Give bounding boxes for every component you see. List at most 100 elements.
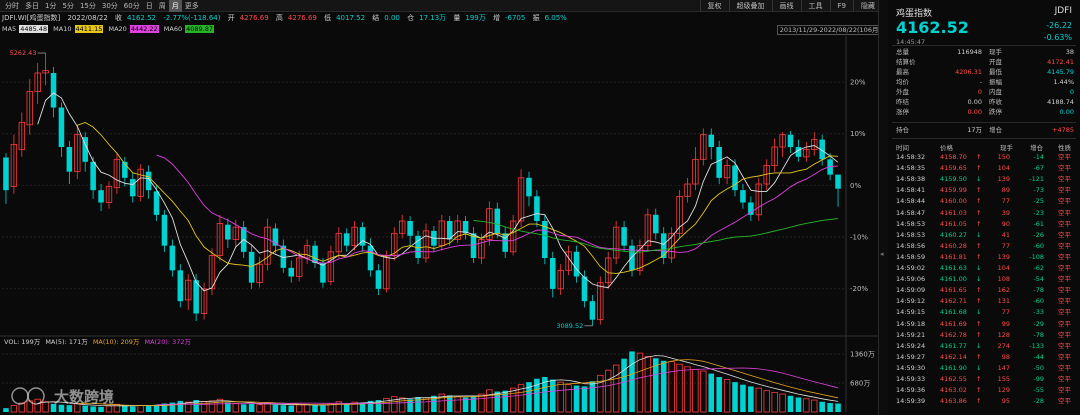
candle-body[interactable]: [90, 161, 96, 191]
tick-row[interactable]: 14:59:21 4162.78 ↑ 128 -78 空平: [896, 331, 1074, 341]
tick-row[interactable]: 14:58:59 4161.81 ↑ 139 -108 空平: [896, 253, 1074, 263]
volume-bar: [248, 403, 255, 412]
panel-splitter[interactable]: [878, 0, 888, 415]
tick-price: 4162.78: [940, 330, 967, 339]
tick-row[interactable]: 14:58:41 4159.99 ↑ 89 -73 空平: [896, 186, 1074, 196]
tick-hand: 162: [997, 286, 1010, 295]
candle-body[interactable]: [153, 191, 160, 215]
tick-row[interactable]: 14:58:53 4160.27 ↓ 41 -26 空平: [896, 231, 1074, 241]
candle-body[interactable]: [343, 233, 350, 246]
candle-body[interactable]: [581, 276, 588, 302]
candle-body[interactable]: [716, 147, 722, 178]
candle-body[interactable]: [462, 221, 469, 234]
tick-row[interactable]: 14:59:09 4161.65 ↑ 162 -78 空平: [896, 286, 1074, 296]
tick-inc: -99: [1033, 375, 1044, 383]
candle-body[interactable]: [50, 73, 57, 108]
candle-body[interactable]: [835, 174, 841, 189]
quote-label: 昨收: [989, 98, 1002, 106]
tick-row[interactable]: 14:58:53 4161.05 ↑ 90 -61 空平: [896, 220, 1074, 230]
tick-row[interactable]: 14:59:02 4161.63 ↓ 104 -62 空平: [896, 264, 1074, 274]
candle-body[interactable]: [98, 190, 104, 203]
candle-body[interactable]: [312, 245, 318, 263]
candle-body[interactable]: [288, 267, 295, 277]
tick-row[interactable]: 14:58:35 4159.65 ↑ 104 -67 空平: [896, 164, 1074, 174]
candle-body[interactable]: [740, 190, 746, 203]
tick-row[interactable]: 14:59:18 4161.69 ↑ 99 -29 空平: [896, 320, 1074, 330]
candle-body[interactable]: [367, 245, 374, 271]
tick-row[interactable]: 14:59:36 4163.02 ↑ 129 -55 空平: [896, 386, 1074, 396]
candle-body[interactable]: [629, 245, 635, 271]
tick-row[interactable]: 14:59:27 4162.14 ↑ 98 -44 空平: [896, 353, 1074, 363]
candle-body[interactable]: [549, 258, 556, 289]
stock-chart-app: 分时 多日 1分 5分 15分 30分 60分日周月更多 复权 超级叠加 画线 工具 F9 隐藏 JD…: [0, 0, 1080, 415]
candle-body[interactable]: [3, 157, 9, 191]
candle-body[interactable]: [526, 177, 532, 197]
pct-tick-label: 10%: [850, 130, 866, 138]
candle-body[interactable]: [169, 245, 176, 271]
tick-row[interactable]: 14:59:15 4161.68 ↓ 77 -33 空平: [896, 308, 1074, 318]
candle-body[interactable]: [193, 280, 199, 314]
candle-body[interactable]: [129, 179, 136, 197]
candle-body[interactable]: [732, 165, 738, 191]
quote-row: 昨结 0.00 昨收 4188.74: [896, 98, 1074, 107]
quote-row: 外盘 0 内盘 0: [896, 88, 1074, 97]
tick-price: 4161.69: [940, 319, 967, 328]
candle-body[interactable]: [708, 134, 715, 147]
tick-hand: 98: [1001, 352, 1010, 361]
candle-body[interactable]: [225, 224, 231, 240]
tick-time: 14:59:02: [896, 264, 926, 272]
pct-tick-label: 20%: [850, 79, 866, 87]
volume-bar: [565, 384, 572, 413]
quote-label: 跌停: [989, 108, 1002, 116]
tick-row[interactable]: 14:58:44 4160.00 ↑ 77 -25 空平: [896, 197, 1074, 207]
tick-row[interactable]: 14:59:33 4162.55 ↑ 155 -99 空平: [896, 375, 1074, 385]
candle-body[interactable]: [320, 262, 326, 283]
candle-body[interactable]: [653, 214, 659, 234]
candle-body[interactable]: [58, 107, 65, 147]
candle-body[interactable]: [177, 270, 184, 302]
tick-inc: -29: [1033, 319, 1044, 328]
candle-body[interactable]: [573, 251, 580, 277]
candle-body[interactable]: [375, 270, 382, 289]
candle-body[interactable]: [66, 147, 73, 172]
volume-bar: [42, 401, 49, 413]
volume-bar: [407, 399, 413, 412]
candle-body[interactable]: [161, 214, 168, 246]
tick-row[interactable]: 14:59:39 4163.86 ↑ 95 -28 空平: [896, 397, 1074, 407]
tick-row[interactable]: 14:59:30 4161.90 ↓ 147 -50 空平: [896, 364, 1074, 374]
tick-row[interactable]: 14:58:38 4159.50 ↓ 139 -121 空平: [896, 175, 1074, 185]
volume-bar: [668, 361, 675, 413]
tick-row[interactable]: 14:59:06 4161.00 ↓ 108 -54 空平: [896, 275, 1074, 285]
candlestick-chart[interactable]: 20% 10% 0% -10% -20% 5262.43 3089.52 1360万 680万大…: [0, 0, 878, 415]
candle-body[interactable]: [248, 251, 255, 283]
tick-nature: 空平: [1058, 297, 1071, 306]
pct-tick-label: 0%: [850, 182, 861, 190]
tick-time: 14:58:53: [896, 219, 926, 228]
candle-body[interactable]: [589, 301, 596, 320]
candle-body[interactable]: [534, 196, 540, 221]
tick-inc: -133: [1029, 341, 1044, 350]
arrow-up-icon: ↑: [976, 397, 982, 406]
tick-row[interactable]: 14:58:47 4161.03 ↑ 39 -23 空平: [896, 209, 1074, 219]
tick-row[interactable]: 14:58:56 4160.28 ↑ 77 -60 空平: [896, 242, 1074, 252]
candle-body[interactable]: [787, 134, 794, 147]
vol-tick-label: 680万: [850, 379, 870, 387]
tick-row[interactable]: 14:59:24 4161.77 ↓ 274 -133 空平: [896, 342, 1074, 352]
tick-hand: 131: [997, 297, 1010, 306]
candle-body[interactable]: [407, 221, 413, 236]
tick-row[interactable]: 14:58:32 4158.70 ↑ 150 -14 空平: [896, 153, 1074, 163]
tick-hand: 139: [997, 175, 1010, 184]
collapse-arrow-icon[interactable]: ◂: [880, 250, 884, 258]
tick-nature: 空平: [1058, 241, 1071, 250]
tick-inc: -28: [1033, 397, 1044, 406]
tick-price: 4161.65: [940, 286, 967, 295]
candle-body[interactable]: [660, 233, 667, 258]
volume-bar: [486, 389, 493, 413]
candle-body[interactable]: [621, 227, 627, 246]
tick-row[interactable]: 14:59:12 4162.71 ↑ 131 -60 空平: [896, 297, 1074, 307]
volume-bar: [763, 390, 770, 413]
tick-inc: -62: [1033, 264, 1044, 272]
tick-inc: -61: [1033, 219, 1044, 228]
candle-body[interactable]: [494, 208, 501, 234]
tick-inc: -33: [1033, 308, 1044, 317]
